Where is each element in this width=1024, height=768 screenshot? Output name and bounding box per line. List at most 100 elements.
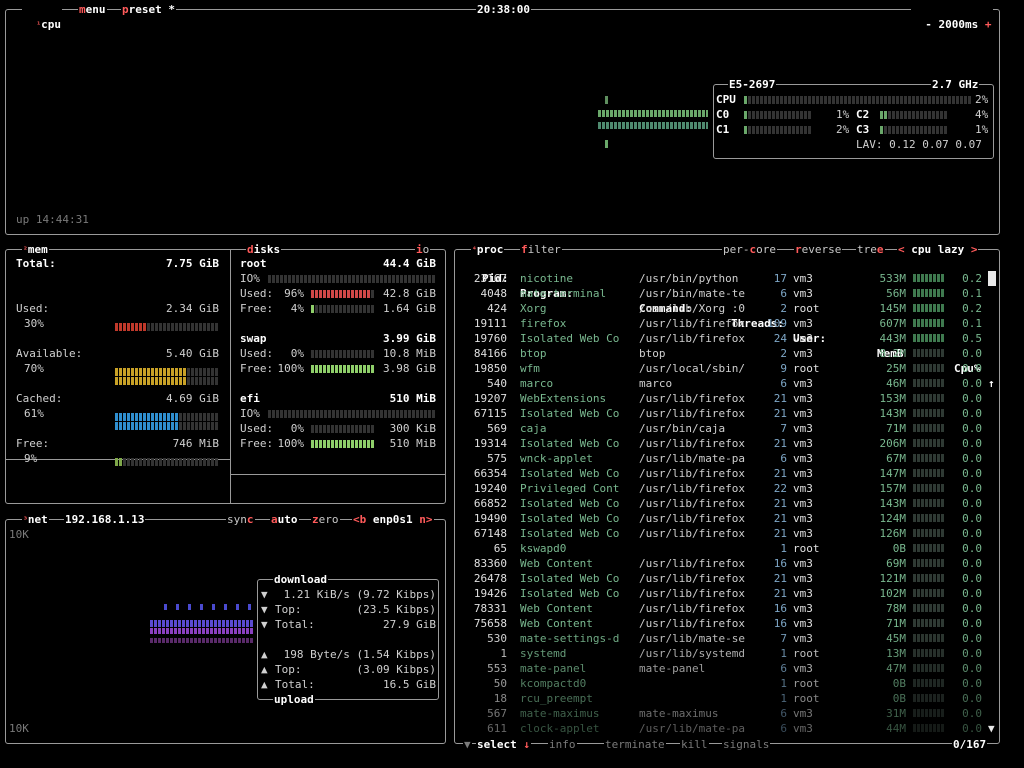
reverse-toggle[interactable]: reverse — [794, 242, 843, 257]
disk-free-percent: 4% — [290, 302, 304, 315]
mem-row-percent: 61% — [24, 407, 44, 420]
table-row[interactable]: 540 marco marco 6 vm3 46M 0.0 — [456, 376, 996, 391]
threads-cell: 1 — [780, 692, 787, 705]
mem-row-percent: 30% — [24, 317, 44, 330]
net-arrow-icon: ▲ — [261, 678, 268, 691]
threads-cell: 22 — [773, 482, 787, 495]
table-row[interactable]: 26478 Isolated Web Co/usr/lib/firefox 21 vm… — [456, 571, 996, 586]
auto-toggle[interactable]: auto — [270, 512, 299, 527]
table-row[interactable]: 19111 firefox/usr/lib/firefox 109 vm3 607M 0.… — [456, 316, 996, 331]
per-core-toggle[interactable]: per-core — [722, 242, 777, 257]
net-panel-title[interactable]: ³net — [22, 512, 49, 527]
mem-graph — [913, 349, 945, 357]
table-row[interactable]: 19490 Isolated Web Co/usr/lib/firefox 21 vm… — [456, 511, 996, 526]
cpu-cell: 0.0 — [962, 572, 982, 585]
threads-cell: 21 — [773, 587, 787, 600]
command-cell: /usr/lib/firefox — [639, 482, 745, 495]
table-row[interactable]: 567 mate-maximus mate-maximus 6 vm3 31M 0.0 — [456, 706, 996, 721]
disks-toggle[interactable]: disks — [246, 242, 282, 257]
user-cell: vm3 — [793, 632, 813, 645]
menu-button[interactable]: menu — [78, 2, 107, 17]
table-row[interactable]: 84166 btop btop 2 vm3 8.2M 0.0 — [456, 346, 996, 361]
table-row[interactable]: 66852 Isolated Web Co/usr/lib/firefox 21 vm… — [456, 496, 996, 511]
table-row[interactable]: 66354 Isolated Web Co/usr/lib/firefox 21 vm… — [456, 466, 996, 481]
table-row[interactable]: 611 clock-applet/usr/lib/mate-pa 6 vm3 44M 0.… — [456, 721, 996, 736]
tree-toggle[interactable]: tree — [856, 242, 885, 257]
interface-selector[interactable]: <b enp0s1 n> — [352, 512, 434, 527]
interface-next-button[interactable]: n> — [419, 513, 432, 526]
table-row[interactable]: 18 rcu_preempt 1 root 0B 0.0 — [456, 691, 996, 706]
table-row[interactable]: 83360 Web Content/usr/lib/firefox 16 vm3 69M… — [456, 556, 996, 571]
sort-next-button[interactable]: > — [971, 243, 978, 256]
disk-free-label: Free: — [240, 302, 274, 315]
table-row[interactable]: 575 wnck-applet/usr/lib/mate-pa 6 vm3 67M 0.0 — [456, 451, 996, 466]
table-row[interactable]: 75658 Web Content/usr/lib/firefox 16 vm3 71M… — [456, 616, 996, 631]
table-row[interactable]: 67115 Isolated Web Co/usr/lib/firefox 21 vm… — [456, 406, 996, 421]
scrollbar-thumb[interactable] — [988, 271, 996, 286]
table-row[interactable]: 19426 Isolated Web Co/usr/lib/firefox 21 vm… — [456, 586, 996, 601]
proc-panel-title[interactable]: ⁴proc — [471, 242, 505, 257]
mem-cell: 45M — [886, 632, 906, 645]
table-row[interactable]: 553 mate-panel mate-panel 6 vm3 47M 0.0 — [456, 661, 996, 676]
interval-decrease-button[interactable]: - — [925, 18, 932, 31]
user-cell: vm3 — [793, 617, 813, 630]
kill-button[interactable]: kill — [680, 737, 709, 752]
disk-used-percent: 96% — [284, 287, 304, 300]
mem-graph — [913, 664, 945, 672]
mem-graph — [913, 574, 945, 582]
filter-button[interactable]: filter — [520, 242, 562, 257]
table-row[interactable]: 19850 wfm/usr/local/sbin/9 root 25M 0.0 — [456, 361, 996, 376]
table-row[interactable]: 569 caja/usr/bin/caja 7 vm3 71M 0.0 — [456, 421, 996, 436]
cpu-graph — [598, 96, 708, 148]
terminate-button[interactable]: terminate — [604, 737, 666, 752]
interval-increase-button[interactable]: + — [985, 18, 992, 31]
command-cell: /usr/lib/firefox — [639, 617, 745, 630]
mem-graph — [913, 394, 945, 402]
mem-cell: 143M — [879, 407, 907, 420]
table-row[interactable]: 530 mate-settings-d/usr/lib/mate-se 7 vm3 45… — [456, 631, 996, 646]
table-row[interactable]: 19240 Privileged Cont/usr/lib/firefox 22 vm… — [456, 481, 996, 496]
cpu-panel-title[interactable]: ¹cpu — [22, 2, 62, 31]
mem-graph — [913, 409, 945, 417]
table-row[interactable]: 19207 WebExtensions/usr/lib/firefox 21 vm3 1… — [456, 391, 996, 406]
cpu-cell: 0.0 — [962, 557, 982, 570]
io-toggle[interactable]: io — [415, 242, 431, 257]
scroll-down-icon[interactable]: ▼ — [988, 721, 995, 736]
pid-cell: 75658 — [473, 617, 507, 630]
table-row[interactable]: 78331 Web Content/usr/lib/firefox 16 vm3 78M… — [456, 601, 996, 616]
info-button[interactable]: info — [548, 737, 577, 752]
threads-cell: 7 — [780, 632, 787, 645]
sort-prev-button[interactable]: < — [898, 243, 905, 256]
uptime: up 14:44:31 — [16, 213, 89, 226]
cpu-cell: 0.5 — [962, 332, 982, 345]
table-row[interactable]: 67148 Isolated Web Co/usr/lib/firefox 21 vm… — [456, 526, 996, 541]
table-row[interactable]: 50 kcompactd0 1 root 0B 0.0 — [456, 676, 996, 691]
interval-control[interactable]: - 2000ms + — [911, 2, 993, 31]
table-row[interactable]: 424 Xorg/usr/lib/Xorg :0 2 root 145M 0.2 — [456, 301, 996, 316]
mem-meter-fill — [115, 377, 187, 385]
program-cell: wfm — [520, 362, 540, 375]
user-cell: vm3 — [793, 422, 813, 435]
interface-prev-button[interactable]: <b — [353, 513, 366, 526]
threads-cell: 21 — [773, 437, 787, 450]
table-row[interactable]: 23167 nicotine/usr/bin/python 17 vm3 533M 0.2 — [456, 271, 996, 286]
sort-selector[interactable]: < cpu lazy > — [897, 242, 979, 257]
user-cell: vm3 — [793, 602, 813, 615]
mem-cell: 153M — [879, 392, 907, 405]
disk-free-value: 1.64 GiB — [383, 302, 436, 315]
table-row[interactable]: 1 systemd/usr/lib/systemd 1 root 13M 0.0 — [456, 646, 996, 661]
table-row[interactable]: 19314 Isolated Web Co/usr/lib/firefox 21 vm… — [456, 436, 996, 451]
program-cell: nicotine — [520, 272, 573, 285]
signals-button[interactable]: signals — [722, 737, 771, 752]
mem-panel-title[interactable]: ²mem — [22, 242, 49, 257]
table-row[interactable]: 65 kswapd0 1 root 0B 0.0 — [456, 541, 996, 556]
mem-cell: 533M — [879, 272, 907, 285]
zero-toggle[interactable]: zero — [311, 512, 340, 527]
preset-button[interactable]: preset * — [121, 2, 176, 17]
select-button[interactable]: select ↓ — [476, 737, 531, 752]
mem-graph — [913, 709, 945, 717]
table-row[interactable]: 4048 mate-terminal/usr/bin/mate-te 6 vm3 56M… — [456, 286, 996, 301]
sync-toggle[interactable]: sync — [226, 512, 255, 527]
mem-meter-fill — [115, 413, 179, 421]
table-row[interactable]: 19760 Isolated Web Co/usr/lib/firefox 24 vm… — [456, 331, 996, 346]
